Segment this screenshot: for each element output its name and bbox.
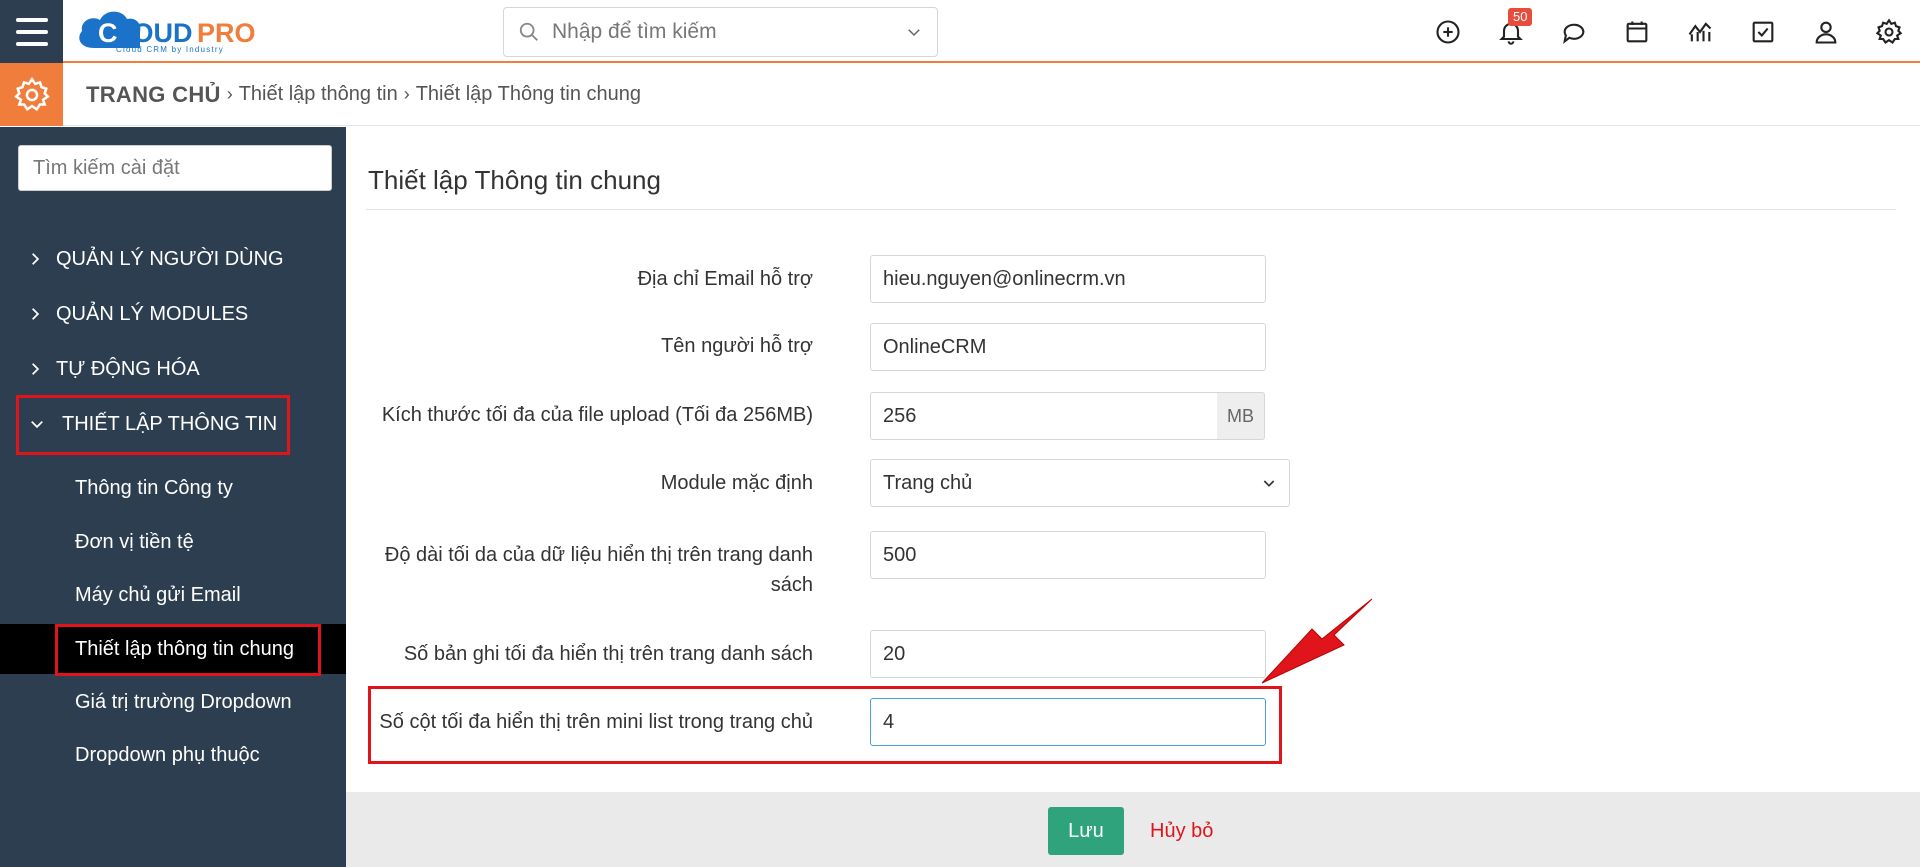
svg-text:Cloud CRM by Industry: Cloud CRM by Industry	[116, 45, 224, 54]
max-columns-label: Số cột tối đa hiển thị trên mini list tr…	[379, 711, 813, 733]
chevron-right-icon	[28, 252, 48, 266]
chevron-right-icon	[28, 307, 48, 321]
settings-search-input[interactable]	[18, 145, 332, 191]
plus-circle-icon	[1435, 19, 1460, 44]
sidebar-item-label: Máy chủ gửi Email	[75, 583, 241, 606]
add-button[interactable]	[1416, 0, 1479, 63]
hamburger-line	[15, 41, 48, 46]
svg-text:PRO: PRO	[197, 18, 256, 48]
sidebar-section-label: QUẢN LÝ NGƯỜI DÙNG	[56, 247, 284, 270]
user-icon	[1815, 21, 1836, 44]
red-arrow-icon	[1262, 598, 1373, 684]
global-search[interactable]	[503, 7, 938, 57]
svg-text:LOUD: LOUD	[116, 18, 193, 48]
unit-addon: MB	[1217, 392, 1265, 440]
search-icon	[519, 22, 538, 41]
chart-icon	[1688, 21, 1711, 41]
max-upload-size-input[interactable]	[870, 392, 1218, 440]
save-button[interactable]: Lưu	[1048, 807, 1124, 855]
notification-badge: 50	[1508, 8, 1533, 26]
default-module-label: Module mặc định	[660, 472, 813, 494]
support-name-label: Tên người hỗ trợ	[661, 335, 813, 357]
hamburger-line	[15, 17, 48, 22]
chat-icon	[1562, 23, 1584, 44]
chevron-down-icon[interactable]	[905, 23, 923, 41]
sidebar-section-modules[interactable]: QUẢN LÝ MODULES	[0, 289, 346, 339]
max-columns-input[interactable]	[870, 698, 1266, 746]
cancel-link[interactable]: Hủy bỏ	[1150, 807, 1213, 855]
sidebar-section-label: TỰ ĐỘNG HÓA	[56, 357, 200, 380]
breadcrumb-level1[interactable]: Thiết lập thông tin	[239, 83, 398, 106]
sidebar-item-label: Dropdown phụ thuộc	[75, 743, 260, 766]
logo-graphic: C LOUD PRO Cloud CRM by Industry	[79, 11, 256, 54]
chevron-down-icon	[30, 417, 50, 431]
max-data-length-label: Độ dài tối da của dữ liệu hiển thị trên …	[343, 540, 813, 600]
chat-button[interactable]	[1542, 0, 1605, 63]
support-email-input[interactable]	[870, 255, 1266, 303]
breadcrumb-level2: Thiết lập Thông tin chung	[415, 83, 642, 105]
sidebar-item-email-server[interactable]: Máy chủ gửi Email	[0, 570, 346, 620]
breadcrumb-bar: TRANG CHỦ › Thiết lập thông tin › Thiết …	[0, 63, 1920, 126]
top-bar: C LOUD PRO Cloud CRM by Industry 50	[0, 0, 1920, 63]
divider	[366, 209, 1896, 210]
settings-button[interactable]	[1857, 0, 1920, 63]
breadcrumb: TRANG CHỦ › Thiết lập thông tin › Thiết …	[86, 63, 641, 126]
max-data-length-label-line2: sách	[770, 574, 813, 596]
gear-icon	[1875, 17, 1902, 44]
max-records-input[interactable]	[870, 630, 1266, 678]
sidebar-item-label: Đơn vị tiền tệ	[75, 530, 194, 553]
sidebar-section-user-management[interactable]: QUẢN LÝ NGƯỜI DÙNG	[0, 234, 346, 284]
gear-icon	[13, 76, 50, 111]
notifications-button[interactable]: 50	[1479, 0, 1542, 63]
main-content: Thiết lập Thông tin chung Địa chỉ Email …	[346, 127, 1920, 867]
max-records-label: Số bản ghi tối đa hiển thị trên trang da…	[403, 643, 813, 665]
top-icon-bar: 50	[1416, 0, 1920, 63]
breadcrumb-home[interactable]: TRANG CHỦ	[86, 82, 221, 108]
sidebar-section-automation[interactable]: TỰ ĐỘNG HÓA	[0, 344, 346, 394]
settings-sidebar: QUẢN LÝ NGƯỜI DÙNG QUẢN LÝ MODULES TỰ ĐỘ…	[0, 127, 346, 867]
max-data-length-label-line1: Độ dài tối da của dữ liệu hiển thị trên …	[384, 544, 813, 566]
sidebar-item-label: Thông tin Công ty	[75, 476, 233, 499]
menu-toggle-button[interactable]	[0, 0, 63, 63]
reports-button[interactable]	[1668, 0, 1731, 63]
sidebar-item-company-info[interactable]: Thông tin Công ty	[0, 463, 346, 513]
page-title: Thiết lập Thông tin chung	[368, 165, 661, 195]
chevron-right-icon: ›	[226, 84, 233, 104]
chevron-right-icon	[28, 362, 48, 376]
support-email-label: Địa chỉ Email hỗ trợ	[637, 268, 813, 290]
chevron-right-icon: ›	[403, 84, 410, 104]
sidebar-item-label: Thiết lập thông tin chung	[75, 637, 295, 660]
default-module-select[interactable]: Trang chủ	[870, 459, 1290, 507]
settings-section-icon	[0, 63, 63, 126]
max-upload-size-label: Kích thước tối đa của file upload (Tối đ…	[381, 404, 813, 426]
profile-button[interactable]	[1794, 0, 1857, 63]
sidebar-section-label: QUẢN LÝ MODULES	[56, 302, 249, 325]
cloudpro-logo[interactable]: C LOUD PRO Cloud CRM by Industry	[72, 4, 297, 56]
hamburger-line	[15, 29, 48, 34]
form-footer: Lưu Hủy bỏ	[346, 792, 1920, 867]
tasks-button[interactable]	[1731, 0, 1794, 63]
checkbox-icon	[1752, 21, 1773, 42]
sidebar-section-label: THIẾT LẬP THÔNG TIN	[62, 412, 278, 435]
sidebar-item-currency[interactable]: Đơn vị tiền tệ	[0, 517, 346, 567]
sidebar-item-label: Giá trị trường Dropdown	[75, 690, 292, 713]
calendar-button[interactable]	[1605, 0, 1668, 63]
default-module-value: Trang chủ	[883, 471, 973, 494]
svg-text:C: C	[98, 18, 118, 48]
global-search-input[interactable]	[552, 20, 905, 44]
sidebar-item-dependent-dropdown[interactable]: Dropdown phụ thuộc	[0, 730, 346, 780]
max-data-length-input[interactable]	[870, 531, 1266, 579]
calendar-icon	[1626, 21, 1647, 42]
support-name-input[interactable]	[870, 323, 1266, 371]
chevron-down-icon	[1263, 480, 1275, 487]
